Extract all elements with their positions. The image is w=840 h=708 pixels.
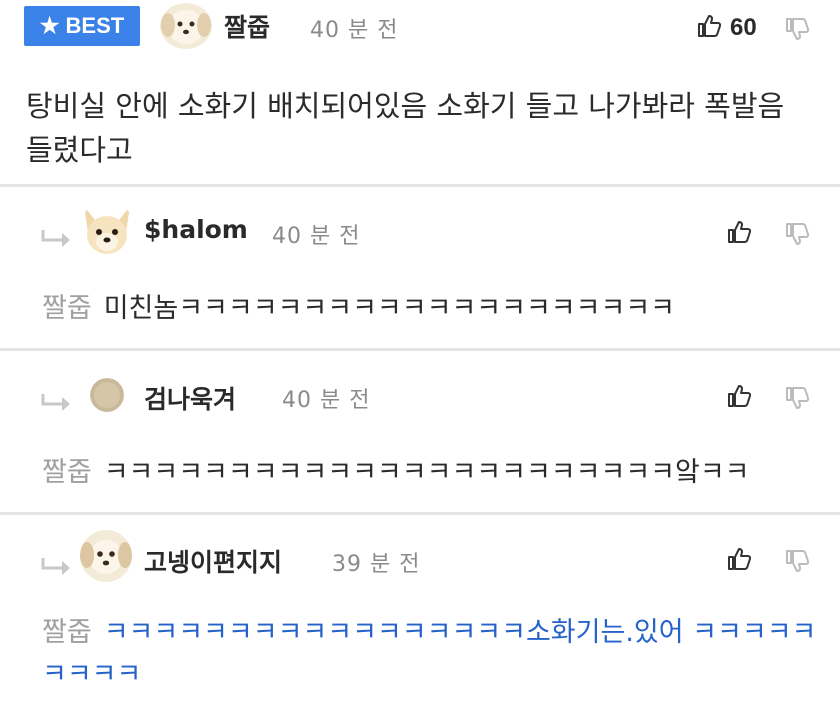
mention[interactable]: 짤줍 xyxy=(42,457,92,488)
thumbs-up-icon[interactable] xyxy=(726,219,752,245)
thumbs-up-icon[interactable] xyxy=(696,13,722,39)
thumbs-up-icon[interactable] xyxy=(726,546,752,572)
star-icon: ★ xyxy=(39,13,60,38)
thumbs-up-icon[interactable] xyxy=(726,383,752,409)
divider xyxy=(0,184,840,187)
reply-arrow-icon xyxy=(40,392,74,414)
reply-author[interactable]: 고넹이편지지 xyxy=(144,543,282,579)
mention[interactable]: 짤줍 xyxy=(42,293,92,324)
like-count: 60 xyxy=(730,14,757,41)
thumbs-down-icon[interactable] xyxy=(784,385,810,411)
avatar[interactable] xyxy=(160,3,212,49)
best-label: BEST xyxy=(65,13,125,38)
best-badge: ★ BEST xyxy=(24,6,140,46)
reply-body: 미친놈ㅋㅋㅋㅋㅋㅋㅋㅋㅋㅋㅋㅋㅋㅋㅋㅋㅋㅋㅋㅋ xyxy=(103,293,676,324)
comment-text: 탕비실 안에 소화기 배치되어있음 소화기 들고 나가봐라 폭발음 들렸다고 xyxy=(26,89,785,167)
reply-arrow-icon xyxy=(40,228,74,250)
divider xyxy=(0,512,840,515)
divider xyxy=(0,348,840,351)
reply-time: 40 분 전 xyxy=(272,224,361,249)
avatar[interactable] xyxy=(80,530,132,582)
avatar[interactable] xyxy=(78,202,136,260)
avatar[interactable] xyxy=(90,378,124,412)
reply-text: 짤줍 ㅋㅋㅋㅋㅋㅋㅋㅋㅋㅋㅋㅋㅋㅋㅋㅋㅋ소화기는.있어 ㅋㅋㅋㅋㅋㅋㅋㅋㅋ xyxy=(42,612,822,696)
comment-time: 40 분 전 xyxy=(310,18,399,43)
comment-author[interactable]: 짤줍 xyxy=(224,8,270,44)
reply-author[interactable]: 검나욱겨 xyxy=(144,380,236,416)
reply-text: 짤줍 ㅋㅋㅋㅋㅋㅋㅋㅋㅋㅋㅋㅋㅋㅋㅋㅋㅋㅋㅋㅋㅋㅋㅋ앜ㅋㅋ xyxy=(42,450,750,489)
reply-text: 짤줍 미친놈ㅋㅋㅋㅋㅋㅋㅋㅋㅋㅋㅋㅋㅋㅋㅋㅋㅋㅋㅋㅋ xyxy=(42,286,675,325)
reply-time: 40 분 전 xyxy=(282,388,371,413)
mention[interactable]: 짤줍 xyxy=(42,617,92,648)
reply-body: ㅋㅋㅋㅋㅋㅋㅋㅋㅋㅋㅋㅋㅋㅋㅋㅋㅋ소화기는.있어 ㅋㅋㅋㅋㅋㅋㅋㅋㅋ xyxy=(42,617,817,690)
thumbs-down-icon[interactable] xyxy=(784,16,810,42)
thumbs-down-icon[interactable] xyxy=(784,548,810,574)
thumbs-down-icon[interactable] xyxy=(784,221,810,247)
reply-body: ㅋㅋㅋㅋㅋㅋㅋㅋㅋㅋㅋㅋㅋㅋㅋㅋㅋㅋㅋㅋㅋㅋㅋ앜ㅋㅋ xyxy=(103,457,750,488)
reply-time: 39 분 전 xyxy=(332,552,421,577)
reply-author[interactable]: $halom xyxy=(144,215,248,244)
reply-arrow-icon xyxy=(40,556,74,578)
